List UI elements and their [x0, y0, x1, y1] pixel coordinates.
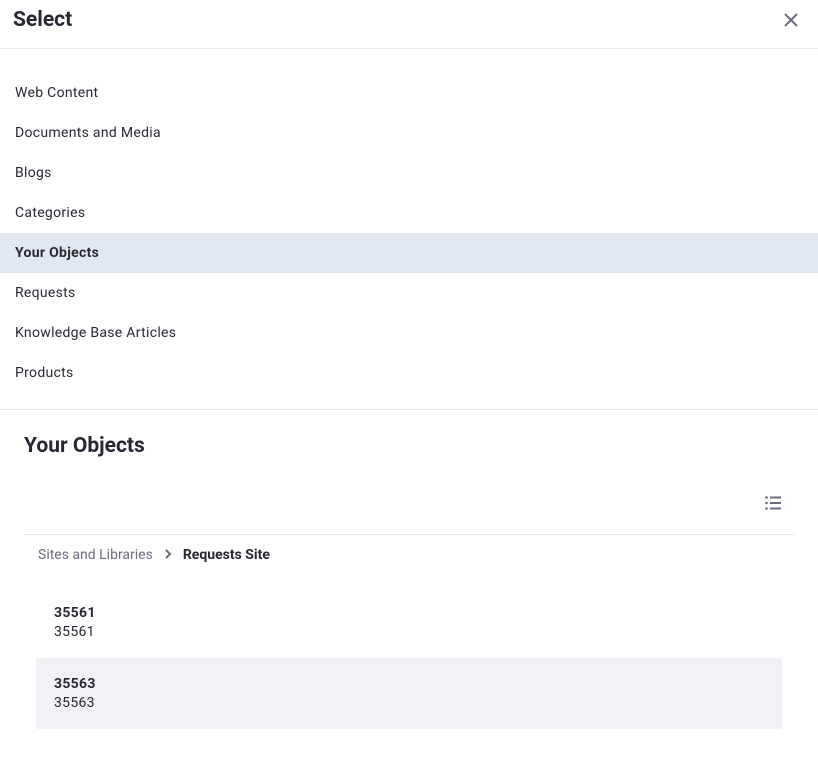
sidebar-item-label: Documents and Media: [15, 125, 161, 141]
sidebar-nav: Web Content Documents and Media Blogs Ca…: [0, 49, 818, 410]
sidebar-item-categories[interactable]: Categories: [0, 193, 818, 233]
breadcrumb: Sites and Libraries Requests Site: [24, 535, 794, 575]
close-icon: [783, 12, 799, 28]
content-title: Your Objects: [24, 434, 794, 458]
dialog-header: Select: [0, 0, 818, 49]
list-item-subtitle: 35563: [54, 695, 764, 711]
sidebar-item-label: Knowledge Base Articles: [15, 325, 176, 341]
toolbar: [24, 482, 794, 535]
sidebar-item-label: Requests: [15, 285, 76, 301]
breadcrumb-root-link[interactable]: Sites and Libraries: [38, 547, 153, 563]
chevron-right-icon: [163, 549, 173, 559]
sidebar-item-label: Your Objects: [15, 245, 99, 261]
sidebar-item-knowledge-base[interactable]: Knowledge Base Articles: [0, 313, 818, 353]
content-area: Your Objects Sites and Libraries Request…: [0, 410, 818, 765]
close-button[interactable]: [779, 8, 803, 32]
list-item-title: 35563: [54, 676, 764, 692]
sidebar-item-web-content[interactable]: Web Content: [0, 73, 818, 113]
breadcrumb-current: Requests Site: [183, 547, 270, 563]
object-list: 35561 35561 35563 35563: [24, 575, 794, 741]
list-item-subtitle: 35561: [54, 624, 764, 640]
sidebar-item-label: Categories: [15, 205, 85, 221]
list-view-icon: [764, 494, 782, 512]
view-toggle-button[interactable]: [752, 490, 794, 516]
sidebar-item-requests[interactable]: Requests: [0, 273, 818, 313]
list-item[interactable]: 35561 35561: [36, 587, 782, 658]
sidebar-item-blogs[interactable]: Blogs: [0, 153, 818, 193]
dialog-title: Select: [13, 8, 72, 32]
sidebar-item-documents-media[interactable]: Documents and Media: [0, 113, 818, 153]
sidebar-item-your-objects[interactable]: Your Objects: [0, 233, 818, 273]
sidebar-item-products[interactable]: Products: [0, 353, 818, 393]
breadcrumb-separator: [163, 547, 173, 563]
sidebar-item-label: Products: [15, 365, 74, 381]
list-item-title: 35561: [54, 605, 764, 621]
list-item[interactable]: 35563 35563: [36, 658, 782, 729]
sidebar-item-label: Blogs: [15, 165, 52, 181]
sidebar-item-label: Web Content: [15, 85, 98, 101]
